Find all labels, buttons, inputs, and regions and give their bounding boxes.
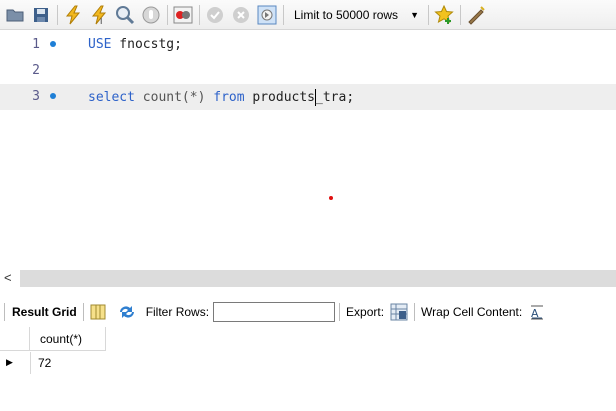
table-cell[interactable]: 72 (30, 352, 106, 374)
red-dot-marker (329, 196, 333, 200)
grid-view-icon[interactable] (90, 304, 106, 320)
svg-text:I: I (100, 17, 102, 25)
grid-corner (0, 327, 30, 351)
commit-icon[interactable] (204, 4, 226, 26)
sql-editor[interactable]: 1 USE fnocstg; 2 3 select count(*) from … (0, 30, 616, 268)
filter-rows-input[interactable] (213, 302, 336, 322)
rollback-icon[interactable] (230, 4, 252, 26)
grid-header-row: count(*) (0, 327, 106, 351)
editor-line[interactable]: 1 USE fnocstg; (0, 32, 616, 58)
chevron-down-icon: ▼ (410, 9, 419, 20)
save-icon[interactable] (30, 4, 52, 26)
toolbar-separator (459, 4, 461, 25)
toolbar-separator (82, 303, 84, 321)
sql-text: _tra; (315, 90, 355, 105)
toolbar-separator (4, 303, 5, 321)
line-number: 3 (32, 89, 40, 104)
open-folder-icon[interactable] (4, 4, 26, 26)
row-pointer-icon: ▶ (6, 357, 13, 367)
line-number: 1 (32, 37, 40, 52)
sql-keyword: select (88, 90, 135, 105)
beautify-icon[interactable] (465, 4, 487, 26)
execute-icon[interactable] (62, 4, 84, 26)
refresh-icon[interactable] (118, 304, 136, 320)
toolbar-separator (414, 303, 416, 321)
code-text: USE fnocstg; (88, 37, 182, 52)
toolbar-separator (57, 4, 58, 25)
scrollbar-track[interactable] (20, 270, 616, 287)
results-toolbar: Result Grid Filter Rows: Export: Wrap Ce… (0, 298, 616, 326)
statement-marker-icon (50, 93, 56, 99)
wrap-text-icon[interactable]: A (530, 304, 544, 320)
limit-rows-select[interactable]: Limit to 50000 rows ▼ (290, 5, 423, 25)
sql-keyword: from (213, 90, 245, 105)
stop-icon[interactable] (140, 4, 162, 26)
sql-keyword: USE (88, 37, 112, 52)
explain-icon[interactable] (114, 4, 136, 26)
scroll-left-icon[interactable]: < (4, 270, 12, 285)
toolbar-separator (199, 4, 200, 25)
filter-rows-label: Filter Rows: (145, 305, 210, 319)
execute-current-icon[interactable]: I (88, 4, 110, 26)
sql-editor-toolbar: I Limit to 50000 rows ▼ (0, 0, 616, 30)
sql-text: fnocstg; (111, 37, 182, 52)
sql-text: products (244, 90, 316, 105)
editor-line-current[interactable]: 3 select count(*) from products_tra; (0, 84, 616, 110)
autocommit-icon[interactable] (256, 4, 278, 26)
toolbar-separator (427, 4, 429, 25)
limit-rows-label: Limit to 50000 rows (294, 7, 399, 22)
add-snippet-icon[interactable] (433, 4, 455, 26)
export-icon[interactable] (390, 303, 408, 321)
sql-function: count(*) (134, 90, 214, 105)
toolbar-separator (339, 303, 341, 321)
result-grid-tab[interactable]: Result Grid (12, 305, 77, 319)
toolbar-separator (167, 4, 168, 25)
wrap-cell-label: Wrap Cell Content: (421, 305, 523, 319)
toggle-error-icon[interactable] (172, 4, 194, 26)
table-row[interactable]: ▶ 72 (0, 352, 106, 374)
statement-marker-icon (50, 41, 56, 47)
editor-line[interactable]: 2 (0, 58, 616, 84)
column-header[interactable]: count(*) (30, 327, 106, 351)
export-label: Export: (346, 305, 385, 319)
code-text: select count(*) from products_tra; (88, 89, 354, 106)
line-number: 2 (32, 63, 40, 78)
editor-horizontal-scrollbar[interactable]: < (0, 269, 616, 288)
toolbar-separator (283, 4, 284, 25)
